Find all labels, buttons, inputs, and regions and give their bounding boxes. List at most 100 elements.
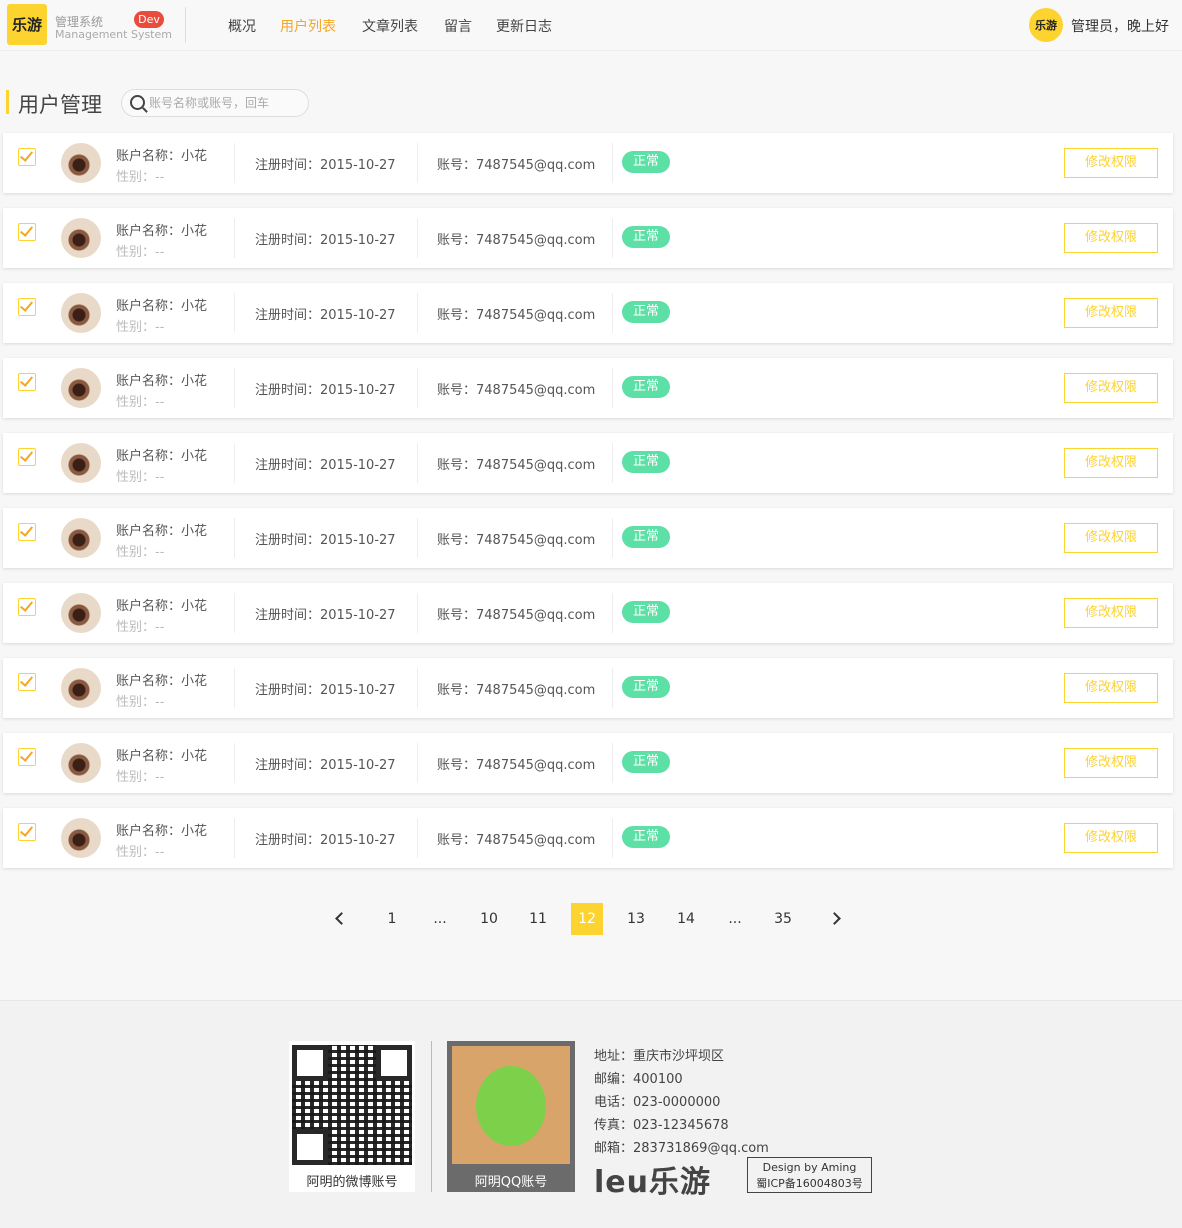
column-divider bbox=[234, 443, 235, 483]
column-divider bbox=[612, 368, 613, 408]
edit-permission-button[interactable]: 修改权限 bbox=[1064, 373, 1158, 403]
register-time: 注册时间：2015-10-27 bbox=[255, 308, 396, 323]
nav-item[interactable]: 概况 bbox=[228, 16, 256, 36]
column-divider bbox=[417, 743, 418, 783]
next-page-button[interactable] bbox=[820, 903, 852, 935]
page-title: 用户管理 bbox=[18, 93, 102, 117]
app-logo[interactable]: 乐游 bbox=[7, 4, 47, 45]
top-header: 乐游 管理系统 Management System Dev 概况 用户列表 文章列表… bbox=[0, 0, 1182, 51]
register-time: 注册时间：2015-10-27 bbox=[255, 458, 396, 473]
row-checkbox[interactable] bbox=[18, 148, 36, 166]
register-time: 注册时间：2015-10-27 bbox=[255, 383, 396, 398]
user-name: 账户名称：小花 bbox=[116, 224, 208, 239]
user-account: 账号：7487545@qq.com bbox=[437, 383, 596, 398]
page-number[interactable]: 1 bbox=[376, 903, 408, 935]
row-checkbox[interactable] bbox=[18, 823, 36, 841]
user-avatar bbox=[61, 218, 101, 258]
edit-permission-button[interactable]: 修改权限 bbox=[1064, 448, 1158, 478]
admin-greeting[interactable]: 管理员，晚上好 bbox=[1071, 16, 1169, 36]
column-divider bbox=[612, 143, 613, 183]
nav-item[interactable]: 文章列表 bbox=[362, 16, 418, 36]
prev-page-button[interactable] bbox=[324, 903, 356, 935]
user-account: 账号：7487545@qq.com bbox=[437, 758, 596, 773]
user-avatar bbox=[61, 518, 101, 558]
column-divider bbox=[417, 218, 418, 258]
user-name: 账户名称：小花 bbox=[116, 599, 208, 614]
page-number[interactable]: 35 bbox=[767, 903, 799, 935]
column-divider bbox=[417, 143, 418, 183]
weibo-qr-card: 阿明的微博账号 bbox=[289, 1041, 415, 1192]
weibo-qr-label: 阿明的微博账号 bbox=[306, 1175, 398, 1190]
user-name: 账户名称：小花 bbox=[116, 674, 208, 689]
column-divider bbox=[417, 593, 418, 633]
chevron-right-icon bbox=[828, 912, 841, 925]
edit-permission-button[interactable]: 修改权限 bbox=[1064, 673, 1158, 703]
user-row: 账户名称：小花 性别：-- 注册时间：2015-10-27 账号：7487545@qq… bbox=[3, 733, 1173, 793]
user-row: 账户名称：小花 性别：-- 注册时间：2015-10-27 账号：7487545@qq… bbox=[3, 133, 1173, 193]
contact-line: 邮编：400100 bbox=[594, 1072, 683, 1087]
edit-permission-button[interactable]: 修改权限 bbox=[1064, 298, 1158, 328]
edit-permission-button[interactable]: 修改权限 bbox=[1064, 223, 1158, 253]
status-badge: 正常 bbox=[622, 676, 670, 698]
chevron-left-icon bbox=[335, 912, 348, 925]
qr-finder-pattern bbox=[292, 1129, 328, 1165]
row-checkbox[interactable] bbox=[18, 598, 36, 616]
row-checkbox[interactable] bbox=[18, 748, 36, 766]
icp-license: 蜀ICP备16004803号 bbox=[756, 1177, 863, 1190]
column-divider bbox=[612, 743, 613, 783]
row-checkbox[interactable] bbox=[18, 223, 36, 241]
status-badge: 正常 bbox=[622, 376, 670, 398]
row-checkbox[interactable] bbox=[18, 298, 36, 316]
edit-permission-button[interactable]: 修改权限 bbox=[1064, 523, 1158, 553]
status-badge: 正常 bbox=[622, 751, 670, 773]
search-input[interactable] bbox=[149, 93, 299, 113]
page-number[interactable]: 14 bbox=[670, 903, 702, 935]
column-divider bbox=[612, 293, 613, 333]
column-divider bbox=[612, 218, 613, 258]
edit-permission-button[interactable]: 修改权限 bbox=[1064, 148, 1158, 178]
column-divider bbox=[612, 668, 613, 708]
column-divider bbox=[417, 518, 418, 558]
page-number[interactable]: 13 bbox=[620, 903, 652, 935]
nav-item[interactable]: 用户列表 bbox=[280, 16, 336, 36]
page-number[interactable]: 11 bbox=[522, 903, 554, 935]
page-number[interactable]: 12 bbox=[571, 903, 603, 935]
status-badge: 正常 bbox=[622, 451, 670, 473]
column-divider bbox=[417, 293, 418, 333]
column-divider bbox=[234, 743, 235, 783]
user-avatar bbox=[61, 293, 101, 333]
user-avatar bbox=[61, 443, 101, 483]
contact-line: 传真：023-12345678 bbox=[594, 1118, 729, 1133]
admin-avatar[interactable]: 乐游 bbox=[1029, 8, 1063, 42]
footer-logo-latin: leu bbox=[594, 1165, 649, 1200]
status-badge: 正常 bbox=[622, 601, 670, 623]
column-divider bbox=[612, 593, 613, 633]
row-checkbox[interactable] bbox=[18, 373, 36, 391]
column-divider bbox=[234, 218, 235, 258]
contact-line: 电话：023-0000000 bbox=[594, 1095, 721, 1110]
page-number[interactable]: 10 bbox=[473, 903, 505, 935]
user-row: 账户名称：小花 性别：-- 注册时间：2015-10-27 账号：7487545@qq… bbox=[3, 658, 1173, 718]
search-box[interactable] bbox=[121, 89, 309, 117]
user-name: 账户名称：小花 bbox=[116, 299, 208, 314]
row-checkbox[interactable] bbox=[18, 523, 36, 541]
nav-item[interactable]: 留言 bbox=[444, 16, 472, 36]
edit-permission-button[interactable]: 修改权限 bbox=[1064, 823, 1158, 853]
user-account: 账号：7487545@qq.com bbox=[437, 233, 596, 248]
user-row: 账户名称：小花 性别：-- 注册时间：2015-10-27 账号：7487545@qq… bbox=[3, 433, 1173, 493]
user-name: 账户名称：小花 bbox=[116, 449, 208, 464]
status-badge: 正常 bbox=[622, 226, 670, 248]
row-checkbox[interactable] bbox=[18, 448, 36, 466]
user-avatar bbox=[61, 818, 101, 858]
user-avatar bbox=[61, 743, 101, 783]
page-ellipsis: ... bbox=[433, 911, 447, 927]
user-account: 账号：7487545@qq.com bbox=[437, 308, 596, 323]
register-time: 注册时间：2015-10-27 bbox=[255, 758, 396, 773]
row-checkbox[interactable] bbox=[18, 673, 36, 691]
column-divider bbox=[417, 668, 418, 708]
edit-permission-button[interactable]: 修改权限 bbox=[1064, 598, 1158, 628]
nav-item[interactable]: 更新日志 bbox=[496, 16, 552, 36]
search-icon bbox=[130, 95, 145, 110]
edit-permission-button[interactable]: 修改权限 bbox=[1064, 748, 1158, 778]
footer-logo: leu乐游 bbox=[594, 1157, 711, 1201]
